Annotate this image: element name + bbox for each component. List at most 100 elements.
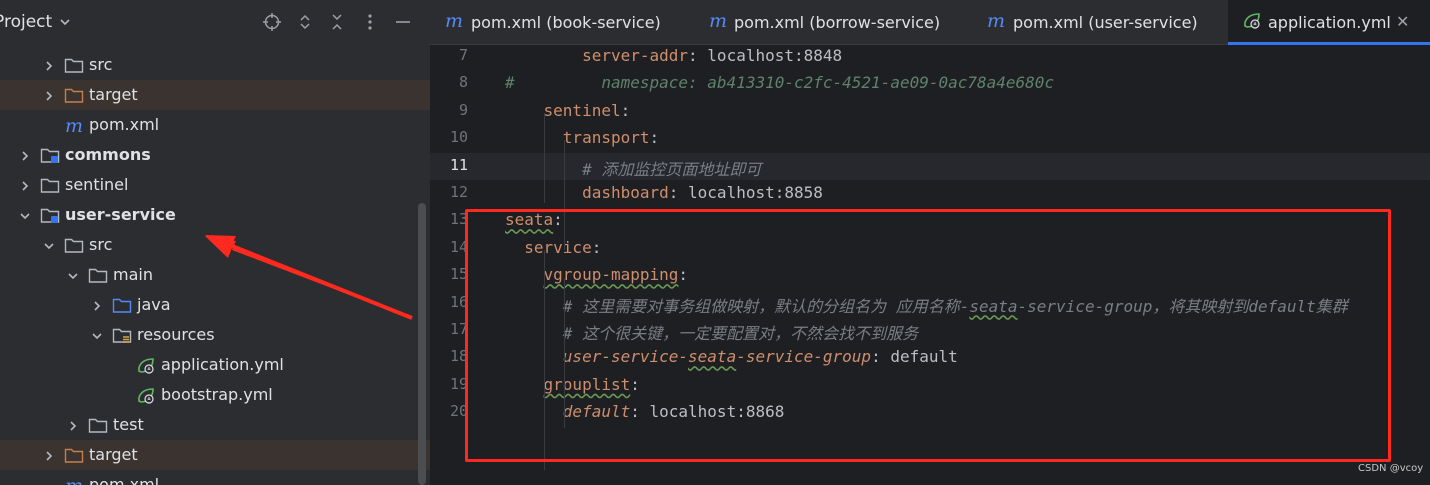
watermark: CSDN @vcoy xyxy=(1358,463,1424,474)
module-folder-icon xyxy=(40,206,60,224)
chevron-right-icon[interactable] xyxy=(66,418,80,432)
tree-item-label: pom.xml xyxy=(89,115,160,134)
project-header: Project xyxy=(0,0,430,47)
folder-icon xyxy=(88,266,108,284)
tree-item-main[interactable]: main xyxy=(0,260,430,290)
code-line: 11 # 添加监控页面地址即可 xyxy=(430,152,1430,180)
tab-label: pom.xml (book-service) xyxy=(471,13,661,32)
close-tab-icon[interactable]: ✕ xyxy=(1396,12,1409,31)
tab-label: application.yml xyxy=(1268,13,1391,32)
tree-item-label: pom.xml xyxy=(89,475,160,485)
line-number: 17 xyxy=(449,320,468,338)
line-number: 10 xyxy=(449,128,468,147)
code-line: 12 dashboard: localhost:8858 xyxy=(430,180,1430,207)
code-text: dashboard: localhost:8858 xyxy=(582,183,823,202)
tree-item-pom-xml[interactable]: m pom.xml xyxy=(0,470,430,485)
chevron-down-icon[interactable] xyxy=(58,15,72,29)
tree-item-bootstrap-yml[interactable]: bootstrap.yml xyxy=(0,380,430,410)
tree-item-label: resources xyxy=(137,325,215,344)
chevron-right-icon[interactable] xyxy=(42,58,56,72)
tree-item-commons[interactable]: commons xyxy=(0,140,430,170)
chevron-down-icon[interactable] xyxy=(18,208,32,222)
tree-item-pom-xml[interactable]: m pom.xml xyxy=(0,110,430,140)
maven-icon: m xyxy=(64,475,84,485)
tab-pom-borrow-service[interactable]: m pom.xml (borrow-service) xyxy=(708,0,978,45)
tree-item-label: application.yml xyxy=(161,355,284,374)
maven-icon: m xyxy=(64,115,84,137)
chevron-down-icon[interactable] xyxy=(66,268,80,282)
tree-item-label: commons xyxy=(65,145,151,164)
project-title[interactable]: Project xyxy=(0,12,52,32)
line-number: 19 xyxy=(449,374,468,393)
code-text: sentinel: xyxy=(543,100,631,120)
line-number: 14 xyxy=(449,237,468,256)
collapse-all-icon[interactable] xyxy=(327,12,347,32)
tree-item-target[interactable]: target xyxy=(0,440,430,470)
resources-folder-icon xyxy=(112,326,132,344)
folder-excluded-icon xyxy=(64,86,84,104)
code-line: 7 server-addr: localhost:8848 xyxy=(430,43,1430,70)
tree-item-label: src xyxy=(89,55,113,74)
project-panel: Project srctargetmpom.xmlcommonssentinel… xyxy=(0,0,430,485)
tree-item-sentinel[interactable]: sentinel xyxy=(0,170,430,200)
line-number: 18 xyxy=(449,347,468,366)
tab-pom-user-service[interactable]: m pom.xml (user-service) xyxy=(986,0,1234,45)
tree-item-user-service[interactable]: user-service xyxy=(0,200,430,230)
tab-label: pom.xml (user-service) xyxy=(1013,13,1198,32)
indent-guide xyxy=(544,113,545,203)
maven-icon: m xyxy=(708,10,730,32)
tree-item-label: sentinel xyxy=(65,175,129,194)
source-folder-icon xyxy=(112,296,132,314)
line-number: 7 xyxy=(458,46,468,64)
tree-item-resources[interactable]: resources xyxy=(0,320,430,350)
tab-pom-book-service[interactable]: m pom.xml (book-service) xyxy=(444,0,704,45)
code-text: transport: xyxy=(562,128,660,148)
tree-item-target[interactable]: target xyxy=(0,80,430,110)
line-number: 20 xyxy=(449,402,468,421)
line-number: 9 xyxy=(458,100,468,119)
line-number: 15 xyxy=(449,265,468,284)
tree-item-label: java xyxy=(137,295,171,314)
expand-all-icon[interactable] xyxy=(295,12,315,32)
tree-item-java[interactable]: java xyxy=(0,290,430,320)
spring-yaml-icon xyxy=(136,356,156,374)
folder-icon xyxy=(64,236,84,254)
module-folder-icon xyxy=(40,146,60,164)
chevron-right-icon[interactable] xyxy=(18,178,32,192)
chevron-down-icon[interactable] xyxy=(42,238,56,252)
svg-text:m: m xyxy=(65,476,83,485)
spring-yaml-icon xyxy=(136,386,156,404)
folder-icon xyxy=(88,416,108,434)
tree-item-label: user-service xyxy=(65,205,176,224)
tree-item-label: src xyxy=(89,235,113,254)
tree-item-application-yml[interactable]: application.yml xyxy=(0,350,430,380)
tree-item-src[interactable]: src xyxy=(0,50,430,80)
chevron-down-icon[interactable] xyxy=(90,328,104,342)
tree-item-label: bootstrap.yml xyxy=(161,385,273,404)
code-text: # namespace: ab413310-c2fc-4521-ae09-0ac… xyxy=(505,73,1055,93)
tree-scrollbar[interactable] xyxy=(418,203,426,485)
svg-text:m: m xyxy=(709,11,727,31)
tab-label: pom.xml (borrow-service) xyxy=(734,13,941,32)
line-number: 8 xyxy=(458,73,468,92)
options-menu-icon[interactable] xyxy=(360,12,380,32)
maven-icon: m xyxy=(444,10,466,32)
code-text: server-addr: localhost:8848 xyxy=(582,46,843,65)
chevron-right-icon[interactable] xyxy=(18,148,32,162)
chevron-right-icon[interactable] xyxy=(90,298,104,312)
locate-icon[interactable] xyxy=(262,12,282,32)
line-number: 12 xyxy=(449,183,468,201)
chevron-right-icon[interactable] xyxy=(42,448,56,462)
line-number: 16 xyxy=(449,292,468,311)
spring-yaml-icon xyxy=(1242,11,1264,31)
folder-excluded-icon xyxy=(64,446,84,464)
tree-item-label: target xyxy=(89,85,138,104)
svg-text:m: m xyxy=(987,11,1005,31)
hide-panel-icon[interactable] xyxy=(393,12,413,32)
tree-item-src[interactable]: src xyxy=(0,230,430,260)
svg-text:m: m xyxy=(445,11,463,31)
svg-text:m: m xyxy=(65,116,83,136)
tree-item-test[interactable]: test xyxy=(0,410,430,440)
line-number: 13 xyxy=(449,210,468,229)
chevron-right-icon[interactable] xyxy=(42,88,56,102)
